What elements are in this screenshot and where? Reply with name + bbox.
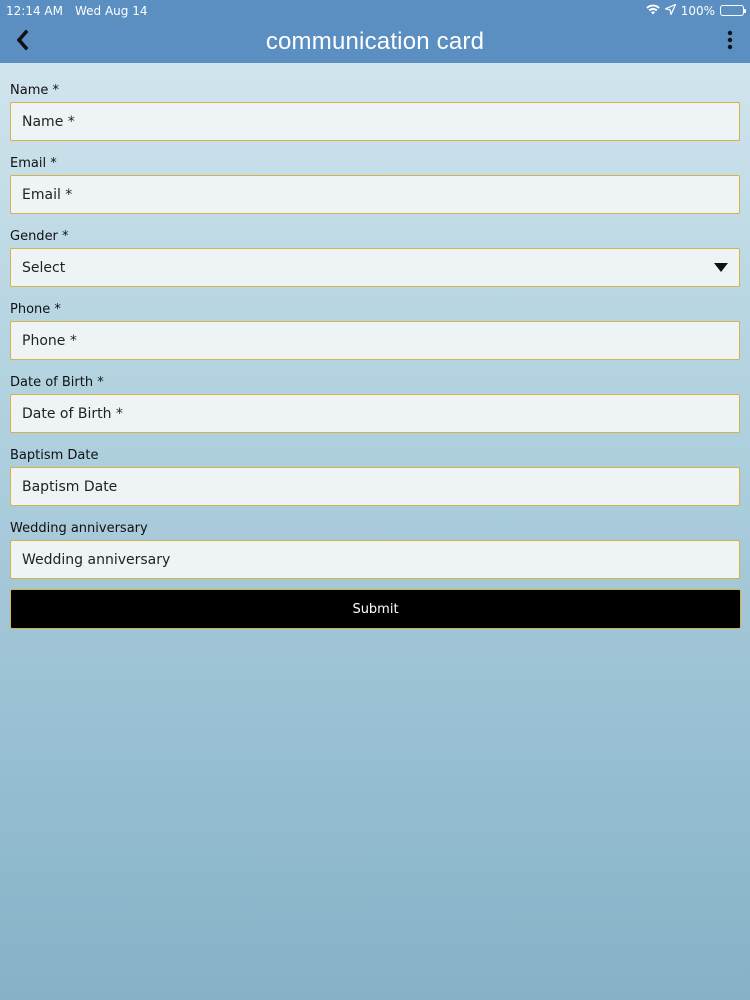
wedding-field-wrapper xyxy=(10,540,740,579)
email-field-wrapper xyxy=(10,175,740,214)
more-vertical-icon xyxy=(727,30,733,54)
back-button[interactable] xyxy=(10,29,34,55)
chevron-left-icon xyxy=(14,29,30,55)
baptism-field-wrapper xyxy=(10,467,740,506)
baptism-date-input[interactable] xyxy=(22,478,728,495)
caret-down-icon xyxy=(714,260,728,276)
phone-label: Phone * xyxy=(10,302,61,317)
name-label: Name * xyxy=(10,83,59,98)
communication-form: Name * Email * Gender * Select Phone * D… xyxy=(10,80,741,629)
submit-button[interactable]: Submit xyxy=(10,589,741,629)
dob-field-wrapper xyxy=(10,394,740,433)
status-date: Wed Aug 14 xyxy=(74,3,148,18)
gender-select[interactable]: Select xyxy=(10,248,740,287)
wifi-icon xyxy=(645,4,660,18)
phone-field-wrapper xyxy=(10,321,740,360)
phone-input[interactable] xyxy=(22,332,728,349)
more-options-button[interactable] xyxy=(720,29,740,55)
location-arrow-icon xyxy=(664,3,676,18)
name-field-wrapper xyxy=(10,102,740,141)
nav-bar: communication card xyxy=(0,21,750,63)
gender-label: Gender * xyxy=(10,229,69,244)
wedding-anniversary-input[interactable] xyxy=(22,551,728,568)
email-input[interactable] xyxy=(22,186,728,203)
gender-select-value: Select xyxy=(22,259,66,276)
baptism-label: Baptism Date xyxy=(10,448,99,463)
battery-icon xyxy=(720,5,746,16)
battery-percent: 100% xyxy=(680,3,715,18)
status-bar: 12:14 AM Wed Aug 14 100% xyxy=(0,0,750,21)
status-time: 12:14 AM xyxy=(6,3,63,18)
name-input[interactable] xyxy=(22,113,728,130)
email-label: Email * xyxy=(10,156,57,171)
dob-label: Date of Birth * xyxy=(10,375,104,390)
page-title: communication card xyxy=(265,28,485,55)
dob-input[interactable] xyxy=(22,405,728,422)
wedding-label: Wedding anniversary xyxy=(10,521,148,536)
